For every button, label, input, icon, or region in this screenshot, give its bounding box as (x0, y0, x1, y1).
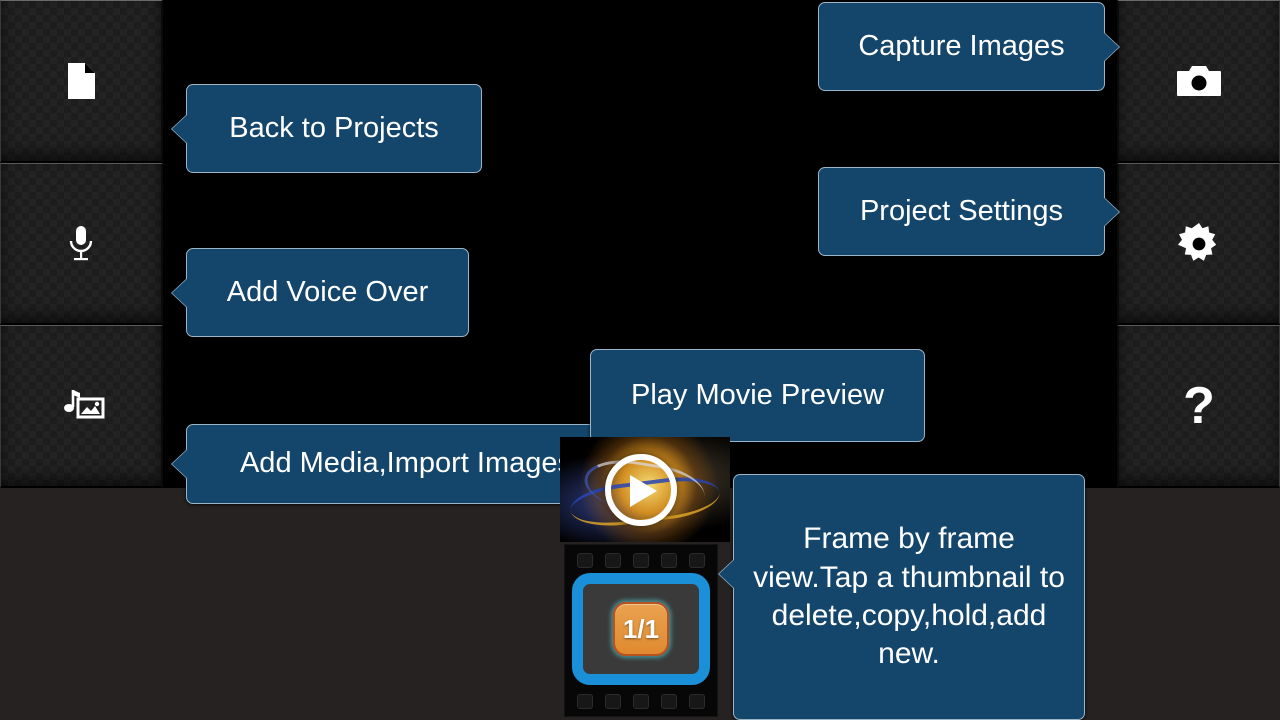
callout-tail-right-icon (1103, 196, 1119, 227)
app-root: ? Back to Projects Add Voice Over Add Me… (0, 0, 1280, 720)
sprocket-hole (577, 552, 593, 568)
callout-label: Project Settings (859, 194, 1064, 227)
sprocket-hole (633, 693, 649, 709)
callout-tail-left-icon (172, 449, 188, 479)
callout-add-voice-over[interactable]: Add Voice Over (172, 248, 469, 337)
sprocket-hole (577, 693, 593, 709)
document-icon (57, 57, 105, 105)
callout-play-movie-preview[interactable]: Play Movie Preview (590, 349, 925, 457)
question-mark-icon: ? (1183, 377, 1215, 436)
sprocket-hole (661, 693, 677, 709)
sprocket-hole (689, 552, 705, 568)
callout-back-to-projects[interactable]: Back to Projects (172, 84, 482, 173)
sprocket-hole (689, 693, 705, 709)
callout-frame-by-frame[interactable]: Frame by frame view.Tap a thumbnail to d… (719, 474, 1085, 720)
callout-tail-left-icon (719, 559, 735, 589)
sprocket-row-bottom (565, 688, 717, 714)
callout-tail-left-icon (172, 277, 188, 308)
music-image-icon (57, 382, 105, 430)
callout-tail-left-icon (172, 113, 188, 144)
microphone-icon (57, 220, 105, 268)
movie-preview-button[interactable] (560, 437, 730, 542)
callout-label: Back to Projects (229, 111, 439, 144)
projects-button[interactable] (0, 0, 163, 163)
play-triangle-icon (630, 475, 657, 507)
callout-tail-right-icon (1103, 31, 1119, 62)
project-settings-button[interactable] (1117, 162, 1280, 326)
selected-frame[interactable]: 1/1 (572, 573, 710, 685)
sprocket-row-top (565, 547, 717, 573)
callout-label: Add Voice Over (226, 275, 429, 308)
sprocket-hole (633, 552, 649, 568)
filmstrip-thumbnail[interactable]: 1/1 (565, 545, 717, 716)
sprocket-hole (605, 552, 621, 568)
right-toolbar: ? (1117, 0, 1280, 489)
callout-capture-images[interactable]: Capture Images (818, 2, 1119, 91)
callout-project-settings[interactable]: Project Settings (818, 167, 1119, 256)
callout-label: Frame by frame view.Tap a thumbnail to d… (753, 522, 1065, 671)
callout-label: Play Movie Preview (630, 378, 885, 411)
callout-label: Capture Images (858, 29, 1065, 62)
camera-icon (1175, 57, 1223, 105)
help-button[interactable]: ? (1117, 325, 1280, 489)
add-media-button[interactable] (0, 325, 163, 489)
voice-over-button[interactable] (0, 162, 163, 326)
capture-images-button[interactable] (1117, 0, 1280, 163)
sprocket-hole (661, 552, 677, 568)
left-toolbar (0, 0, 163, 489)
frame-count-badge: 1/1 (613, 602, 669, 656)
callout-label: Add Media,Import Images (239, 447, 573, 480)
sprocket-hole (605, 693, 621, 709)
gear-icon (1175, 220, 1223, 268)
